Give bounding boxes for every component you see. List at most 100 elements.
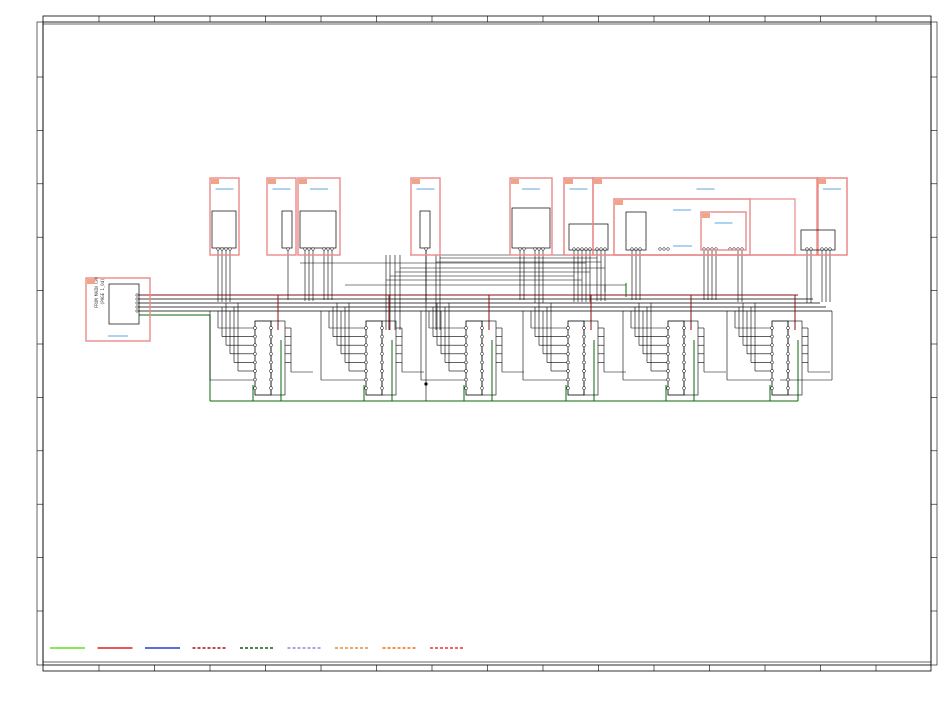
ic-pin	[770, 386, 774, 390]
ic-pin	[786, 377, 790, 382]
ic-pin	[269, 386, 273, 390]
block-pin	[311, 247, 315, 251]
ic-pin	[464, 360, 468, 365]
ic-pin	[480, 369, 484, 373]
block-pin	[518, 247, 522, 251]
schematic-sheet: FROM MAIN CPU (PAGE 1_04)	[0, 0, 950, 705]
ic-chip-side	[683, 320, 699, 396]
ic-pin	[582, 369, 586, 373]
ic-pin	[770, 360, 774, 365]
component-blocks	[209, 177, 848, 256]
ic-pin	[666, 343, 670, 347]
ic-chip	[667, 320, 685, 396]
block-symbol	[419, 210, 431, 249]
block-pin	[809, 247, 813, 251]
block-pin	[638, 247, 642, 251]
ic-pin	[666, 377, 670, 382]
ic-pin	[682, 334, 686, 339]
ic-pin	[770, 369, 774, 373]
block-pin	[584, 247, 588, 251]
ic-pin	[582, 334, 586, 339]
ic-pin	[770, 352, 774, 356]
ic-pin	[480, 343, 484, 347]
block-symbol	[211, 210, 237, 249]
ic-pin	[464, 326, 468, 330]
ic-pin	[786, 352, 790, 356]
ic-pin	[253, 386, 257, 390]
ic-pin	[566, 377, 570, 382]
block-outline	[509, 177, 553, 256]
block-pin	[220, 247, 224, 251]
ic-pin	[480, 377, 484, 382]
ic-pin	[582, 386, 586, 390]
ic-pin	[253, 352, 257, 356]
ic-pin	[566, 360, 570, 365]
source-pin	[135, 301, 139, 305]
ic-pin	[582, 360, 586, 365]
block-outline	[209, 177, 240, 256]
ic-pin	[566, 343, 570, 347]
block-pin	[224, 247, 228, 251]
ic-pin	[770, 343, 774, 347]
ic-pin	[582, 343, 586, 347]
ic-pin	[770, 326, 774, 330]
source-connector-block[interactable]: FROM MAIN CPU (PAGE 1_04)	[85, 276, 151, 342]
ic-pin	[786, 369, 790, 373]
ic-pin	[666, 386, 670, 390]
ic-pin	[582, 352, 586, 356]
ic-chip-side	[583, 320, 599, 396]
ic-pin	[464, 369, 468, 373]
ic-pin	[582, 326, 586, 330]
ic-pin	[269, 377, 273, 382]
block-outline	[816, 177, 848, 256]
block-tab	[268, 179, 276, 184]
block-pin	[595, 247, 599, 251]
block-pin	[603, 247, 607, 251]
ic-pin	[253, 343, 257, 347]
ic-pin	[269, 343, 273, 347]
block-pin	[599, 247, 603, 251]
ic-pin	[770, 334, 774, 339]
ic-pin	[380, 343, 384, 347]
block-pin	[662, 247, 666, 251]
ic-pin	[380, 360, 384, 365]
ic-pin	[380, 352, 384, 356]
block-pin	[824, 247, 828, 251]
block-symbol	[625, 211, 647, 251]
ic-pin	[269, 352, 273, 356]
ic-pin	[464, 386, 468, 390]
block-pin	[286, 247, 290, 251]
source-label-line-2: (PAGE 1_04)	[100, 279, 105, 306]
block-tab	[211, 179, 219, 184]
ic-chip	[771, 320, 789, 396]
ic-pin	[380, 334, 384, 339]
block-pin	[424, 247, 428, 251]
ic-pin	[253, 326, 257, 330]
source-symbol	[108, 283, 140, 325]
block-pin	[322, 247, 326, 251]
block-pin	[533, 247, 537, 251]
block-symbol	[299, 210, 337, 249]
block-outline	[563, 177, 594, 256]
ic-pin	[480, 334, 484, 339]
ic-chip-side	[381, 320, 397, 396]
wire-network	[139, 250, 833, 402]
block-tab	[702, 213, 710, 218]
ic-chips	[253, 320, 803, 396]
block-outline	[410, 177, 441, 256]
block-pin	[658, 247, 662, 251]
ic-pin	[364, 352, 368, 356]
source-pin	[135, 293, 139, 297]
ic-pin	[682, 343, 686, 347]
block-pin	[330, 247, 334, 251]
block-tab	[565, 179, 573, 184]
ic-pin	[480, 352, 484, 356]
ic-pin	[253, 334, 257, 339]
ic-pin	[566, 352, 570, 356]
block-symbol	[511, 207, 551, 249]
ic-pin	[380, 377, 384, 382]
ic-pin	[682, 360, 686, 365]
block-pin	[326, 247, 330, 251]
ic-chip-side	[481, 320, 497, 396]
ic-pin	[364, 377, 368, 382]
